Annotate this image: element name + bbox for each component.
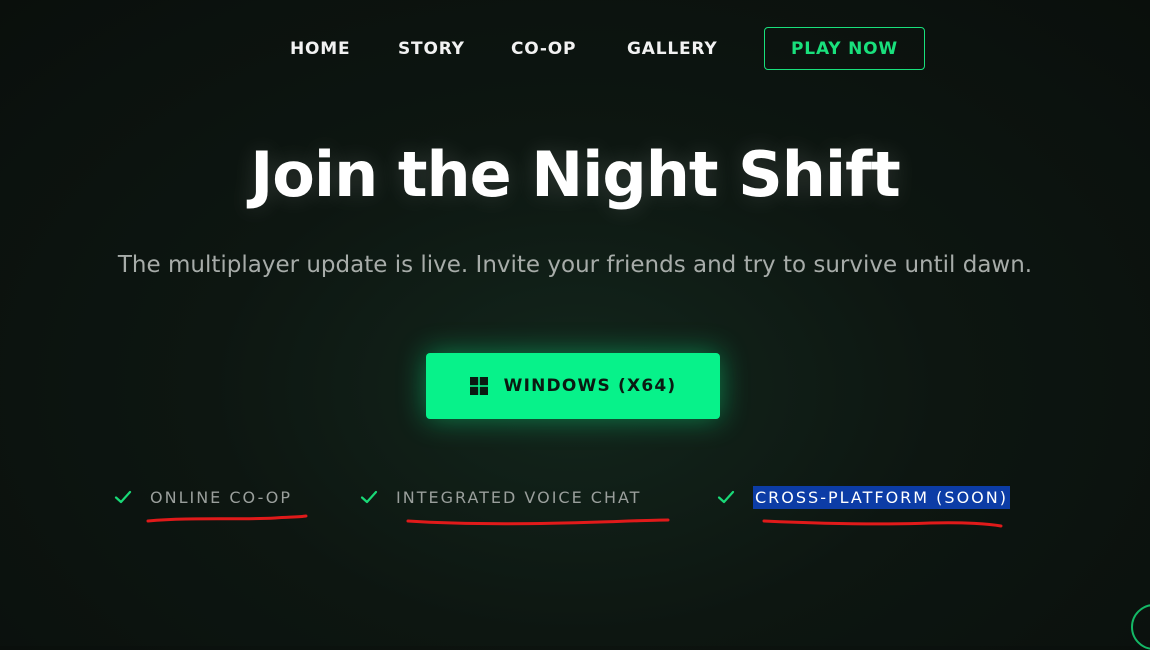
check-icon — [114, 490, 132, 504]
top-navigation: HOME STORY CO-OP GALLERY PLAY NOW — [0, 27, 1150, 73]
nav-home-link[interactable]: HOME — [290, 39, 350, 59]
check-icon — [717, 490, 735, 504]
feature-label-selected: CROSS-PLATFORM (SOON) — [753, 485, 1010, 509]
feature-label: ONLINE CO-OP — [150, 487, 293, 507]
windows-icon — [469, 377, 488, 395]
hero-title: Join the Night Shift — [250, 138, 901, 211]
hero-subtitle: The multiplayer update is live. Invite y… — [117, 252, 1033, 278]
nav-coop-link[interactable]: CO-OP — [511, 39, 576, 59]
annotation-underlines — [146, 514, 1003, 528]
annotation-underline-2 — [406, 518, 670, 526]
nav-story-link[interactable]: STORY — [398, 39, 465, 59]
download-label: WINDOWS (X64) — [503, 376, 677, 396]
check-icon — [360, 490, 378, 504]
annotation-underline-3 — [762, 519, 1003, 528]
feature-label: INTEGRATED VOICE CHAT — [396, 487, 642, 507]
scroll-indicator-circle[interactable] — [1131, 604, 1150, 650]
feature-voice-chat: INTEGRATED VOICE CHAT — [360, 484, 641, 510]
feature-online-coop: ONLINE CO-OP — [114, 484, 292, 510]
feature-cross-platform: CROSS-PLATFORM (SOON) — [717, 484, 1010, 510]
play-now-button[interactable]: PLAY NOW — [764, 27, 925, 70]
download-windows-button[interactable]: WINDOWS (X64) — [426, 353, 720, 419]
annotation-underline-1 — [146, 514, 308, 523]
nav-gallery-link[interactable]: GALLERY — [627, 39, 717, 59]
